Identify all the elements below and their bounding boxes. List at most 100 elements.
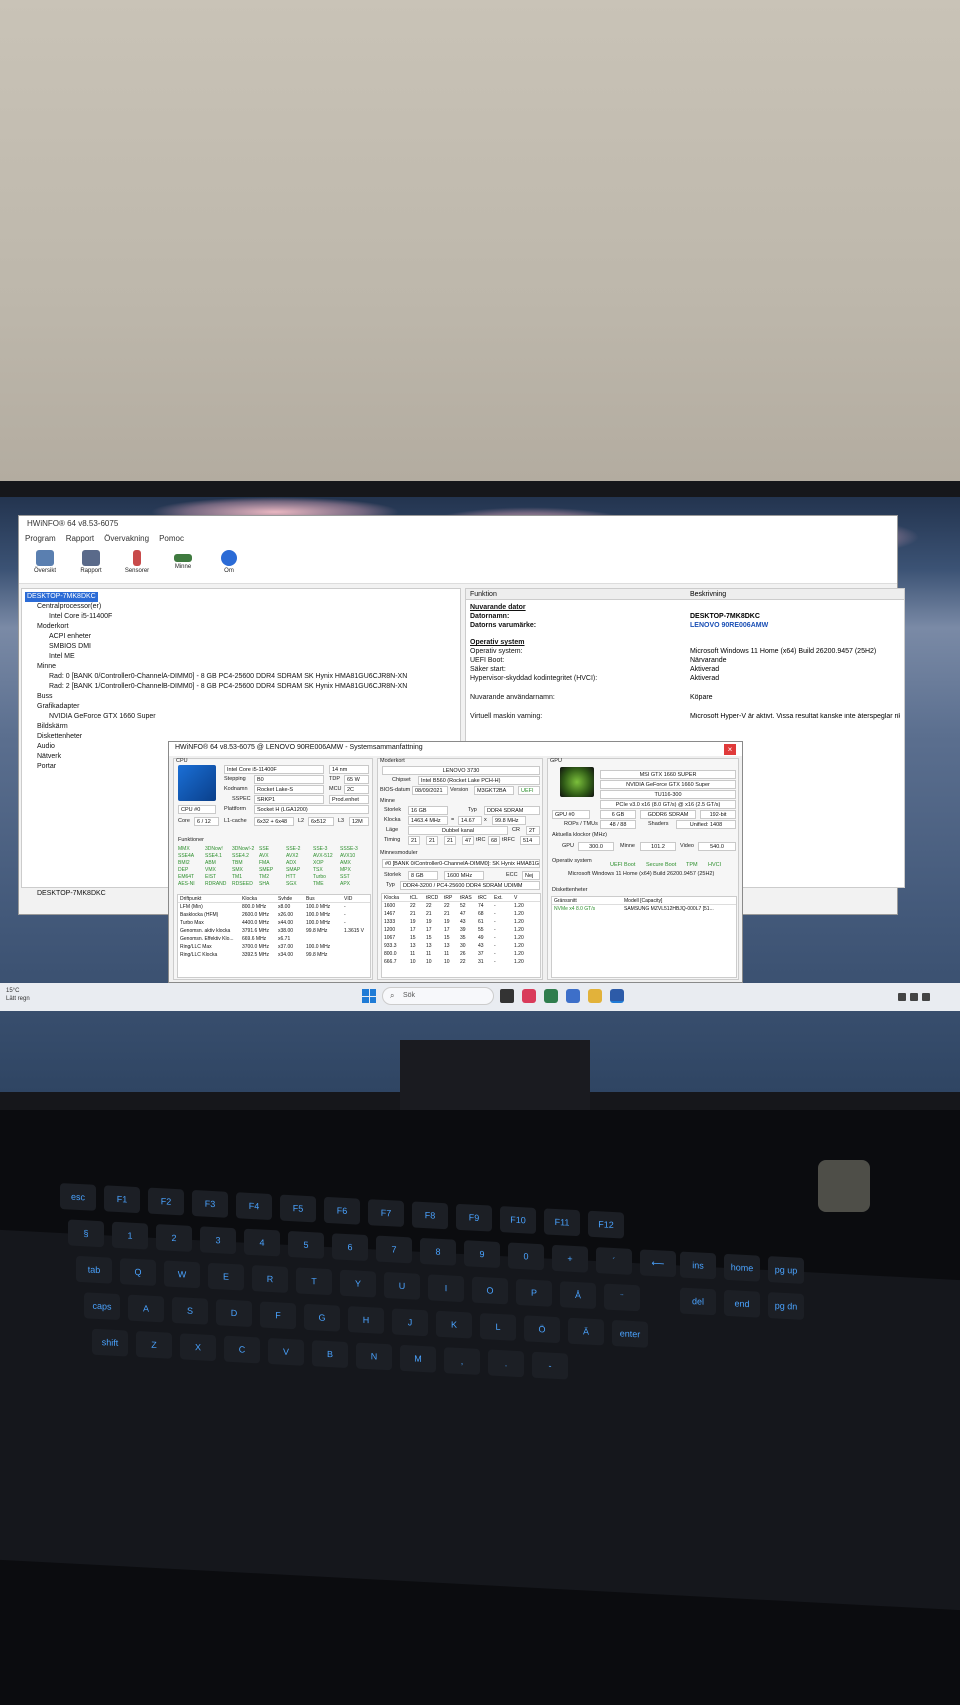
keyboard-key[interactable]: -	[532, 1351, 568, 1380]
app-icon[interactable]	[566, 989, 580, 1003]
hwinfo-taskbar-icon[interactable]	[610, 989, 624, 1003]
menu-pomoc[interactable]: Pomoc	[159, 534, 184, 544]
keyboard-key[interactable]: F7	[368, 1199, 404, 1228]
cpu-select[interactable]: CPU #0	[178, 805, 216, 814]
gpu-select[interactable]: GPU #0	[552, 810, 590, 819]
tree-item[interactable]: Rad: 2 [BANK 1/Controller0-ChannelB-DIMM…	[25, 682, 457, 692]
keyboard[interactable]: esc F1 F2 F3 F4 F5 F6 F7 F8 F9 F10 F11 F12 § 1 2 3 4 5 6 7 8 9…	[0, 1182, 960, 1611]
sensors-button[interactable]: Sensorer	[121, 550, 153, 579]
keyboard-key[interactable]: 9	[464, 1240, 500, 1269]
widgets-icon[interactable]	[522, 989, 536, 1003]
keyboard-key[interactable]: S	[172, 1296, 208, 1325]
keyboard-key[interactable]: F1	[104, 1185, 140, 1214]
about-button[interactable]: Om	[213, 550, 245, 579]
menu-rapport[interactable]: Rapport	[66, 534, 94, 544]
keyboard-key[interactable]: 0	[508, 1242, 544, 1271]
weather-widget[interactable]: 15°C Lätt regn	[6, 987, 30, 1003]
tree-item[interactable]: Buss	[25, 692, 457, 702]
tree-item[interactable]: SMBIOS DMI	[25, 642, 457, 652]
keyboard-key[interactable]: tab	[76, 1255, 112, 1284]
keyboard-key[interactable]: I	[428, 1274, 464, 1303]
keyboard-key[interactable]: enter	[612, 1319, 648, 1348]
keyboard-key[interactable]: F3	[192, 1189, 228, 1218]
keyboard-key[interactable]: O	[472, 1276, 508, 1305]
keyboard-key[interactable]: F6	[324, 1196, 360, 1225]
windows-start-icon[interactable]	[362, 989, 376, 1003]
keyboard-key[interactable]: ⟵	[640, 1249, 676, 1278]
menu-program[interactable]: Program	[25, 534, 56, 544]
tree-item[interactable]: NVIDIA GeForce GTX 1660 Super	[25, 712, 457, 722]
tree-root[interactable]: DESKTOP-7MK8DKC	[25, 592, 98, 602]
keyboard-key[interactable]: 7	[376, 1235, 412, 1264]
keyboard-key[interactable]: 3	[200, 1226, 236, 1255]
keyboard-key[interactable]: Q	[120, 1258, 156, 1287]
keyboard-key[interactable]: F9	[456, 1203, 492, 1232]
keyboard-key[interactable]: 5	[288, 1230, 324, 1259]
keyboard-key[interactable]: Z	[136, 1330, 172, 1359]
nav-key[interactable]: pg up	[768, 1256, 804, 1284]
keyboard-key[interactable]: ¨	[604, 1283, 640, 1312]
task-view-icon[interactable]	[500, 989, 514, 1003]
keyboard-key[interactable]: J	[392, 1308, 428, 1337]
close-button[interactable]: ×	[724, 744, 736, 755]
keyboard-key[interactable]: C	[224, 1335, 260, 1364]
keyboard-key[interactable]: Ö	[524, 1315, 560, 1344]
nav-key[interactable]: end	[724, 1289, 760, 1318]
memory-button[interactable]: Minne	[167, 550, 199, 579]
nav-key[interactable]: pg dn	[768, 1292, 804, 1320]
tree-item[interactable]: ACPI enheter	[25, 632, 457, 642]
tree-item[interactable]: Intel Core i5-11400F	[25, 612, 457, 622]
keyboard-key[interactable]: Å	[560, 1281, 596, 1310]
module-select[interactable]: #0 [BANK 0/Controller0-ChannelA-DIMM0]: …	[382, 859, 540, 868]
keyboard-key[interactable]: 4	[244, 1228, 280, 1257]
keyboard-key[interactable]: K	[436, 1310, 472, 1339]
nav-key[interactable]: ins	[680, 1251, 716, 1280]
keyboard-key[interactable]: L	[480, 1313, 516, 1341]
keyboard-key[interactable]: 1	[112, 1221, 148, 1250]
keyboard-key[interactable]: 6	[332, 1233, 368, 1262]
keyboard-key[interactable]: G	[304, 1303, 340, 1332]
keyboard-key[interactable]: F8	[412, 1201, 448, 1230]
keyboard-key[interactable]: R	[252, 1265, 288, 1293]
tree-item[interactable]: Intel ME	[25, 652, 457, 662]
nav-key[interactable]: home	[724, 1253, 760, 1282]
tree-item[interactable]: DESKTOP-7MK8DKC	[25, 592, 457, 602]
keyboard-key[interactable]: P	[516, 1278, 552, 1307]
system-tray[interactable]	[898, 993, 948, 1001]
search-box[interactable]: Sök	[382, 987, 494, 1005]
keyboard-key[interactable]: caps	[84, 1292, 120, 1321]
keyboard-key[interactable]: F12	[588, 1210, 624, 1239]
keyboard-key[interactable]: H	[348, 1306, 384, 1334]
tree-item[interactable]: Rad: 0 [BANK 0/Controller0-ChannelA-DIMM…	[25, 672, 457, 682]
keyboard-key[interactable]: F10	[500, 1206, 536, 1234]
network-icon[interactable]	[898, 993, 906, 1001]
keyboard-key[interactable]: W	[164, 1260, 200, 1289]
keyboard-key[interactable]: V	[268, 1337, 304, 1366]
keyboard-key[interactable]: X	[180, 1333, 216, 1362]
menu-overvakning[interactable]: Övervakning	[104, 534, 149, 544]
keyboard-key[interactable]: F	[260, 1301, 296, 1330]
keyboard-key[interactable]: D	[216, 1299, 252, 1328]
keyboard-key[interactable]: E	[208, 1262, 244, 1291]
keyboard-key[interactable]: F4	[236, 1192, 272, 1221]
keyboard-key[interactable]: §	[68, 1219, 104, 1248]
report-button[interactable]: Rapport	[75, 550, 107, 579]
keyboard-key[interactable]: A	[128, 1294, 164, 1323]
keyboard-key[interactable]: .	[488, 1349, 524, 1378]
keyboard-key[interactable]: F11	[544, 1208, 580, 1237]
keyboard-key[interactable]: N	[356, 1342, 392, 1371]
explorer-icon[interactable]	[588, 989, 602, 1003]
keyboard-key[interactable]: ´	[596, 1247, 632, 1275]
overview-button[interactable]: Översikt	[29, 550, 61, 579]
tree-item[interactable]: Grafikadapter	[25, 702, 457, 712]
keyboard-key[interactable]: F2	[148, 1187, 184, 1216]
volume-icon[interactable]	[910, 993, 918, 1001]
keyboard-key[interactable]: F5	[280, 1194, 316, 1223]
keyboard-key[interactable]: Ä	[568, 1317, 604, 1346]
keyboard-key[interactable]: 2	[156, 1224, 192, 1252]
store-icon[interactable]	[544, 989, 558, 1003]
keyboard-key[interactable]: 8	[420, 1237, 456, 1266]
keyboard-key[interactable]: U	[384, 1271, 420, 1300]
battery-icon[interactable]	[922, 993, 930, 1001]
tree-item[interactable]: Centralprocessor(er)	[25, 602, 457, 612]
